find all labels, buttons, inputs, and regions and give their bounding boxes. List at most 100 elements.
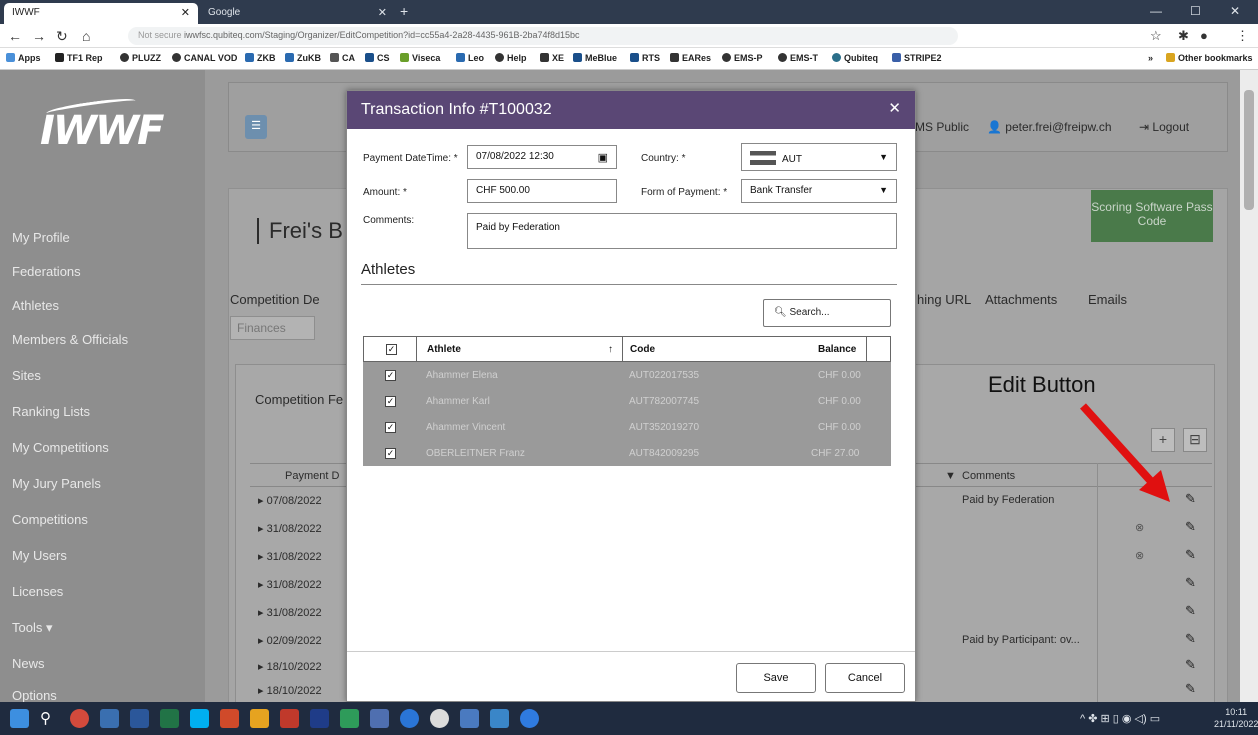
clock[interactable]: 10:11 21/11/2022: [1214, 706, 1258, 730]
tab-iwwf[interactable]: IWWF ✕: [4, 3, 198, 24]
bookmark-item[interactable]: ZuKB: [285, 53, 321, 63]
iwwf-logo[interactable]: IWWF: [40, 108, 164, 158]
bookmark-item[interactable]: ZKB: [245, 53, 276, 63]
app-icon[interactable]: [520, 709, 539, 728]
sidebar-item-options[interactable]: Options: [12, 688, 57, 702]
sidebar-item-my-jury-panels[interactable]: My Jury Panels: [12, 476, 101, 491]
sidebar-item-news[interactable]: News: [12, 656, 45, 671]
close-icon[interactable]: ✕: [888, 99, 901, 117]
comments-field[interactable]: Paid by Federation: [467, 213, 897, 249]
bookmark-item[interactable]: Apps: [6, 53, 41, 63]
word-icon[interactable]: [130, 709, 149, 728]
tab-competition-details[interactable]: Competition De: [230, 292, 320, 307]
app-icon[interactable]: [400, 709, 419, 728]
tab-url[interactable]: hing URL: [917, 292, 971, 307]
folder-icon[interactable]: [250, 709, 269, 728]
bookmark-item[interactable]: EMS-T: [778, 53, 818, 63]
page-scrollbar[interactable]: [1240, 70, 1258, 702]
skype-icon[interactable]: [190, 709, 209, 728]
excel-icon[interactable]: [160, 709, 179, 728]
filter-icon[interactable]: ▼: [945, 470, 956, 482]
sidebar-item-members-officials[interactable]: Members & Officials: [12, 332, 128, 347]
edit-icon[interactable]: ✎: [1185, 603, 1196, 619]
row-checkbox[interactable]: ✓: [385, 370, 396, 381]
sidebar-item-licenses[interactable]: Licenses: [12, 584, 63, 599]
tab-finances[interactable]: Finances: [230, 316, 315, 340]
bookmark-item[interactable]: CS: [365, 53, 390, 63]
bookmark-item[interactable]: EMS-P: [722, 53, 763, 63]
tab-emails[interactable]: Emails: [1088, 292, 1127, 307]
table-row[interactable]: ✓ Ahammer Vincent AUT352019270 CHF 0.00: [363, 414, 891, 440]
windows-start-icon[interactable]: [10, 709, 29, 728]
bookmark-item[interactable]: RTS: [630, 53, 660, 63]
tray-icons[interactable]: ^ ✤ ⊞ ▯ ◉ ◁) ▭: [1080, 712, 1160, 725]
save-button[interactable]: Save: [736, 663, 816, 693]
row-checkbox[interactable]: ✓: [385, 448, 396, 459]
home-icon[interactable]: ⌂: [82, 28, 90, 44]
user-email-link[interactable]: 👤 peter.frei@freipw.ch: [987, 120, 1112, 134]
select-all-checkbox[interactable]: ✓: [386, 344, 397, 355]
app-icon[interactable]: [220, 709, 239, 728]
sidebar-item-tools[interactable]: Tools ▾: [12, 620, 53, 636]
sidebar-item-my-users[interactable]: My Users: [12, 548, 67, 563]
bookmark-item[interactable]: PLUZZ: [120, 53, 161, 63]
other-bookmarks[interactable]: Other bookmarks: [1166, 53, 1253, 63]
form-of-payment-select[interactable]: Bank Transfer ▼: [741, 179, 897, 203]
payment-datetime-field[interactable]: 07/08/2022 12:30 ▣: [467, 145, 617, 169]
remove-icon[interactable]: ⊗: [1135, 521, 1144, 534]
edit-icon[interactable]: ✎: [1185, 575, 1196, 591]
country-select[interactable]: AUT ▼: [741, 143, 897, 171]
close-window-icon[interactable]: ✕: [1230, 4, 1240, 18]
search-icon[interactable]: ⚲: [40, 709, 59, 728]
more-bookmarks-icon[interactable]: »: [1148, 53, 1153, 63]
tab-attachments[interactable]: Attachments: [985, 292, 1057, 307]
scoring-software-pass-code-button[interactable]: Scoring Software Pass Code: [1091, 190, 1213, 242]
app-icon[interactable]: [490, 709, 509, 728]
amount-field[interactable]: CHF 500.00: [467, 179, 617, 203]
sidebar-item-my-competitions[interactable]: My Competitions: [12, 440, 109, 455]
row-checkbox[interactable]: ✓: [385, 422, 396, 433]
ems-public-link[interactable]: MS Public: [915, 120, 969, 134]
maximize-icon[interactable]: ☐: [1190, 4, 1201, 18]
logout-link[interactable]: ⇥ Logout: [1139, 120, 1189, 134]
sidebar-item-ranking-lists[interactable]: Ranking Lists: [12, 404, 90, 419]
tab-google[interactable]: Google ✕: [200, 3, 395, 24]
column-payment-date[interactable]: Payment D: [285, 470, 339, 482]
column-athlete[interactable]: Athlete: [427, 344, 461, 355]
bookmark-item[interactable]: Viseca: [400, 53, 440, 63]
app-icon[interactable]: [460, 709, 479, 728]
photoshop-icon[interactable]: [310, 709, 329, 728]
bookmark-star-icon[interactable]: ☆: [1150, 28, 1162, 44]
row-checkbox[interactable]: ✓: [385, 396, 396, 407]
edit-icon[interactable]: ✎: [1185, 681, 1196, 697]
bookmark-item[interactable]: MeBlue: [573, 53, 617, 63]
sidebar-item-my-profile[interactable]: My Profile: [12, 230, 70, 245]
sidebar-item-sites[interactable]: Sites: [12, 368, 41, 383]
bookmark-item[interactable]: CANAL VOD: [172, 53, 237, 63]
url-input[interactable]: Not secure iwwfsc.qubiteq.com/Staging/Or…: [128, 27, 958, 45]
export-button[interactable]: ⊟: [1183, 428, 1207, 452]
bookmark-item[interactable]: TF1 Rep: [55, 53, 103, 63]
chrome-icon[interactable]: [70, 709, 89, 728]
calendar-icon[interactable]: ▣: [598, 151, 608, 164]
bookmark-item[interactable]: XE: [540, 53, 564, 63]
column-code[interactable]: Code: [630, 344, 655, 355]
sidebar-item-competitions[interactable]: Competitions: [12, 512, 88, 527]
forward-icon[interactable]: →: [32, 28, 46, 44]
menu-icon[interactable]: ⋮: [1236, 28, 1249, 44]
bookmark-item[interactable]: Leo: [456, 53, 484, 63]
close-tab-icon[interactable]: ✕: [378, 6, 387, 19]
pdf-icon[interactable]: [280, 709, 299, 728]
cancel-button[interactable]: Cancel: [825, 663, 905, 693]
table-row[interactable]: ✓ Ahammer Elena AUT022017535 CHF 0.00: [363, 362, 891, 388]
column-comments[interactable]: Comments: [962, 470, 1015, 482]
athlete-search-input[interactable]: 🔍︎ Search...: [763, 299, 891, 327]
close-tab-icon[interactable]: ✕: [181, 6, 190, 19]
menu-toggle-button[interactable]: ☰: [245, 115, 267, 139]
column-balance[interactable]: Balance: [818, 344, 856, 355]
table-row[interactable]: ✓ OBERLEITNER Franz AUT842009295 CHF 27.…: [363, 440, 891, 466]
app-icon[interactable]: [370, 709, 389, 728]
edit-icon[interactable]: ✎: [1185, 519, 1196, 535]
bookmark-item[interactable]: CA: [330, 53, 355, 63]
table-row[interactable]: ✓ Ahammer Karl AUT782007745 CHF 0.00: [363, 388, 891, 414]
